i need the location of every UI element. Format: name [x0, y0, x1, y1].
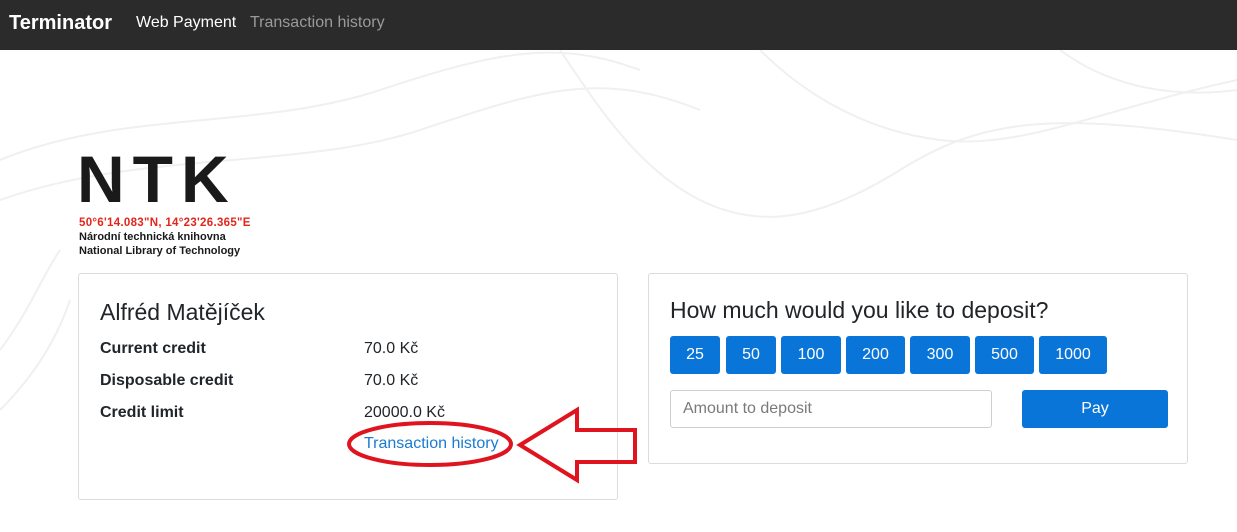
logo-wordmark: NTK	[77, 142, 237, 216]
ntk-logo: NTK 50°6'14.083"N, 14°23'26.365"E Národn…	[77, 146, 279, 260]
top-navbar: Terminator Web Payment Transaction histo…	[0, 0, 1237, 50]
amount-button-200[interactable]: 200	[846, 336, 905, 374]
deposit-card: How much would you like to deposit? 25 5…	[648, 273, 1188, 464]
amount-button-500[interactable]: 500	[975, 336, 1034, 374]
account-holder-name: Alfréd Matějíček	[100, 299, 265, 325]
amount-input[interactable]	[670, 390, 992, 428]
amount-button-50[interactable]: 50	[726, 336, 776, 374]
current-credit-label: Current credit	[100, 340, 206, 357]
logo-name-english: National Library of Technology	[79, 245, 241, 257]
account-card: Alfréd Matějíček Current credit 70.0 Kč …	[78, 273, 618, 500]
logo-name-czech: Národní technická knihovna	[79, 231, 226, 243]
logo-coordinates: 50°6'14.083"N, 14°23'26.365"E	[79, 217, 251, 229]
disposable-credit-label: Disposable credit	[100, 372, 234, 389]
credit-limit-label: Credit limit	[100, 404, 184, 421]
deposit-title: How much would you like to deposit?	[670, 297, 1049, 323]
current-credit-value: 70.0 Kč	[364, 340, 419, 357]
brand-link[interactable]: Terminator	[9, 11, 112, 35]
transaction-history-link[interactable]: Transaction history	[364, 434, 499, 454]
nav-link-transaction-history[interactable]: Transaction history	[250, 13, 385, 33]
pay-button[interactable]: Pay	[1022, 390, 1168, 428]
nav-link-web-payment[interactable]: Web Payment	[136, 13, 236, 33]
disposable-credit-value: 70.0 Kč	[364, 372, 419, 389]
amount-button-300[interactable]: 300	[910, 336, 970, 374]
credit-limit-value: 20000.0 Kč	[364, 404, 445, 421]
page: Terminator Web Payment Transaction histo…	[0, 0, 1237, 532]
amount-button-25[interactable]: 25	[670, 336, 720, 374]
amount-button-100[interactable]: 100	[781, 336, 841, 374]
amount-button-1000[interactable]: 1000	[1039, 336, 1107, 374]
